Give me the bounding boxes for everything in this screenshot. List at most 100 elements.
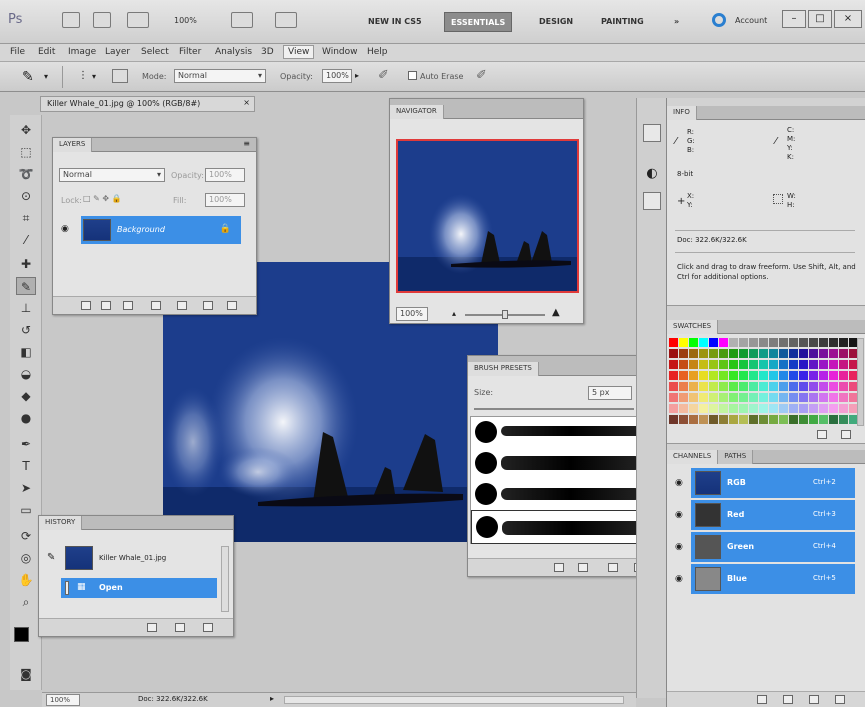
color-swatch[interactable] [729,382,738,391]
color-swatch[interactable] [699,349,708,358]
document-tab[interactable]: Killer Whale_01.jpg @ 100% (RGB/8#) × [40,96,255,112]
color-swatch[interactable] [799,382,808,391]
new-layer-icon[interactable] [203,301,213,310]
zoom-level-dropdown[interactable]: 100% [174,16,197,25]
color-swatch[interactable] [679,404,688,413]
marquee-tool-icon[interactable]: ⬚ [16,143,36,161]
blur-tool-icon[interactable]: ◆ [16,387,36,405]
color-swatch[interactable] [689,349,698,358]
color-swatch[interactable] [789,349,798,358]
launch-mini-bridge-icon[interactable] [93,12,111,28]
color-swatch[interactable] [829,393,838,402]
open-preset-manager-icon[interactable] [578,563,588,572]
color-swatch[interactable] [769,415,778,424]
color-panel-icon[interactable]: ◐ [643,166,661,184]
menu-window[interactable]: Window [318,47,362,57]
foreground-color-swatch[interactable] [14,627,29,642]
launch-bridge-icon[interactable] [62,12,80,28]
color-swatch[interactable] [769,393,778,402]
color-swatch[interactable] [729,404,738,413]
channel-visibility-eye-icon[interactable]: ◉ [675,478,683,488]
color-swatch[interactable] [749,360,758,369]
delete-state-icon[interactable] [203,623,213,632]
horizontal-scrollbar[interactable] [284,696,624,704]
color-swatch[interactable] [779,393,788,402]
save-selection-as-channel-icon[interactable] [783,695,793,704]
color-swatch[interactable] [709,349,718,358]
tab-paths[interactable]: PATHS [718,450,754,464]
close-document-icon[interactable]: × [243,98,250,107]
dodge-tool-icon[interactable]: ● [16,409,36,427]
panel-menu-icon[interactable]: ≡ [243,139,250,148]
color-swatch[interactable] [759,382,768,391]
tool-preset-chevron-icon[interactable]: ▾ [44,72,48,81]
account-link[interactable]: Account [735,16,767,25]
color-swatch[interactable] [829,382,838,391]
brush-panel-toggle-icon[interactable] [112,69,128,83]
channel-row-green[interactable]: Green Ctrl+4 [691,532,855,562]
color-swatch[interactable] [799,360,808,369]
shape-tool-icon[interactable]: ▭ [16,501,36,519]
color-swatch[interactable] [709,338,718,347]
menu-analysis[interactable]: Analysis [211,47,256,57]
channel-visibility-eye-icon[interactable]: ◉ [675,510,683,520]
menu-image[interactable]: Image [64,47,100,57]
color-swatch[interactable] [749,415,758,424]
pencil-tool-icon[interactable]: ✎ [22,69,34,85]
color-swatch[interactable] [669,415,678,424]
pencil-tool-icon[interactable]: ✎ [16,277,36,295]
history-brush-source-icon[interactable]: ✎ [47,552,55,563]
snapshot-name[interactable]: Killer Whale_01.jpg [99,554,166,562]
color-swatch[interactable] [739,382,748,391]
delete-channel-icon[interactable] [835,695,845,704]
navigator-preview[interactable] [396,139,579,293]
eyedropper-tool-icon[interactable]: ⁄ [16,231,36,249]
color-swatch[interactable] [749,404,758,413]
color-swatch[interactable] [779,371,788,380]
color-swatch[interactable] [769,382,778,391]
color-swatch[interactable] [749,382,758,391]
create-snapshot-icon[interactable] [175,623,185,632]
workspace-new-in-cs5[interactable]: NEW IN CS5 [362,12,428,32]
menu-view[interactable]: View [283,45,315,59]
color-swatch[interactable] [809,349,818,358]
clone-stamp-tool-icon[interactable]: ⊥ [16,299,36,317]
color-swatch[interactable] [759,371,768,380]
color-swatch[interactable] [839,338,848,347]
color-swatch[interactable] [789,371,798,380]
history-brush-tool-icon[interactable]: ↺ [16,321,36,339]
adjustment-layer-icon[interactable] [151,301,161,310]
color-swatch[interactable] [799,393,808,402]
color-swatch[interactable] [779,360,788,369]
more-workspaces-button[interactable]: » [668,12,685,32]
auto-erase-checkbox[interactable] [408,71,417,80]
color-swatch[interactable] [779,338,788,347]
layer-visibility-eye-icon[interactable]: ◉ [61,224,69,234]
color-swatch[interactable] [739,349,748,358]
new-group-icon[interactable] [177,301,187,310]
color-swatch[interactable] [739,371,748,380]
color-swatch[interactable] [669,382,678,391]
color-swatch[interactable] [699,360,708,369]
menu-help[interactable]: Help [363,47,392,57]
3d-rotate-tool-icon[interactable]: ⟳ [16,527,36,545]
opacity-slider-chevron-icon[interactable]: ▸ [355,71,359,80]
color-swatch[interactable] [799,338,808,347]
color-swatch[interactable] [729,415,738,424]
fill-input[interactable]: 100% [205,193,245,207]
color-swatch[interactable] [729,393,738,402]
tablet-pressure-size-icon[interactable]: ✐ [476,68,487,83]
color-swatch[interactable] [779,415,788,424]
color-swatch[interactable] [839,393,848,402]
color-swatch[interactable] [789,415,798,424]
channel-visibility-eye-icon[interactable]: ◉ [675,574,683,584]
color-swatch[interactable] [749,338,758,347]
add-mask-icon[interactable] [123,301,133,310]
move-tool-icon[interactable]: ✥ [16,121,36,139]
color-swatch[interactable] [729,371,738,380]
view-proxy-box[interactable] [396,139,579,293]
color-swatch[interactable] [709,360,718,369]
zoom-tool-icon[interactable]: ⌕ [16,593,36,611]
lasso-tool-icon[interactable]: ➰ [16,165,36,183]
adjustments-panel-icon[interactable] [643,192,661,210]
